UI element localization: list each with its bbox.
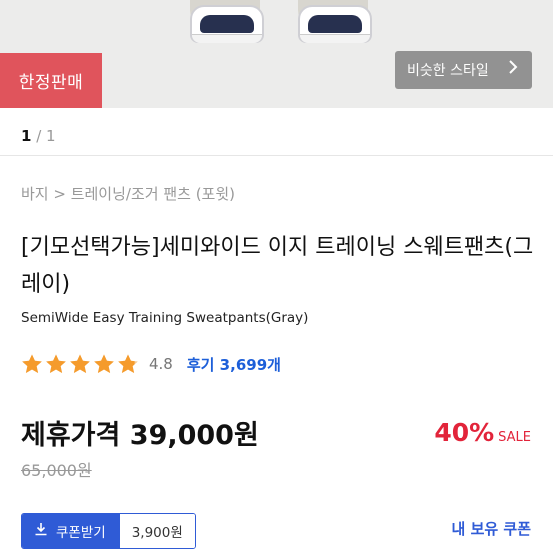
similar-style-button[interactable]: 비슷한 스타일 [395,51,532,89]
divider [0,155,553,156]
chevron-right-icon [508,59,518,80]
product-subtitle: SemiWide Easy Training Sweatpants(Gray) [21,310,309,326]
product-image[interactable]: 한정판매 비슷한 스타일 [0,0,553,108]
coupon-download-button[interactable]: 쿠폰받기 3,900원 [21,513,196,549]
image-pager: 1 / 1 [21,127,56,145]
product-title: [기모선택가능]세미와이드 이지 트레이닝 스웨트팬츠(그레이) [21,235,534,297]
coupon-amount: 3,900원 [119,514,195,548]
limited-sale-badge: 한정판매 [0,53,102,108]
shoe-right [298,5,372,43]
partner-price: 제휴가격 39,000원 [21,413,259,452]
pager-current: 1 [21,127,32,145]
discount-percent: 40% [434,418,495,447]
star-icon [94,354,114,373]
shoe-left [190,5,264,43]
download-icon [34,522,48,540]
breadcrumb[interactable]: 바지 > 트레이닝/조거 팬츠 (포윗) [21,183,235,204]
my-coupons-link[interactable]: 내 보유 쿠폰 [452,518,531,539]
reviews-link[interactable]: 후기 3,699개 [187,354,281,375]
coupon-button-label: 쿠폰받기 [56,525,106,541]
partner-price-value: 39,000원 [129,420,259,451]
star-icon [70,354,90,373]
pager-total: 1 [46,127,56,145]
star-icon [46,354,66,373]
pager-separator: / [31,127,47,145]
rating-score: 4.8 [149,355,173,373]
discount-badge: 40% SALE [434,418,531,447]
star-rating [21,353,139,375]
rating-row: 4.8 후기 3,699개 [21,352,281,376]
sale-label: SALE [498,430,531,445]
coupon-button[interactable]: 쿠폰받기 [22,514,120,548]
partner-price-label: 제휴가격 [21,420,121,451]
star-icon [118,354,138,373]
original-price: 65,000원 [21,461,92,480]
star-icon [22,354,42,373]
similar-style-label: 비슷한 스타일 [407,63,489,79]
